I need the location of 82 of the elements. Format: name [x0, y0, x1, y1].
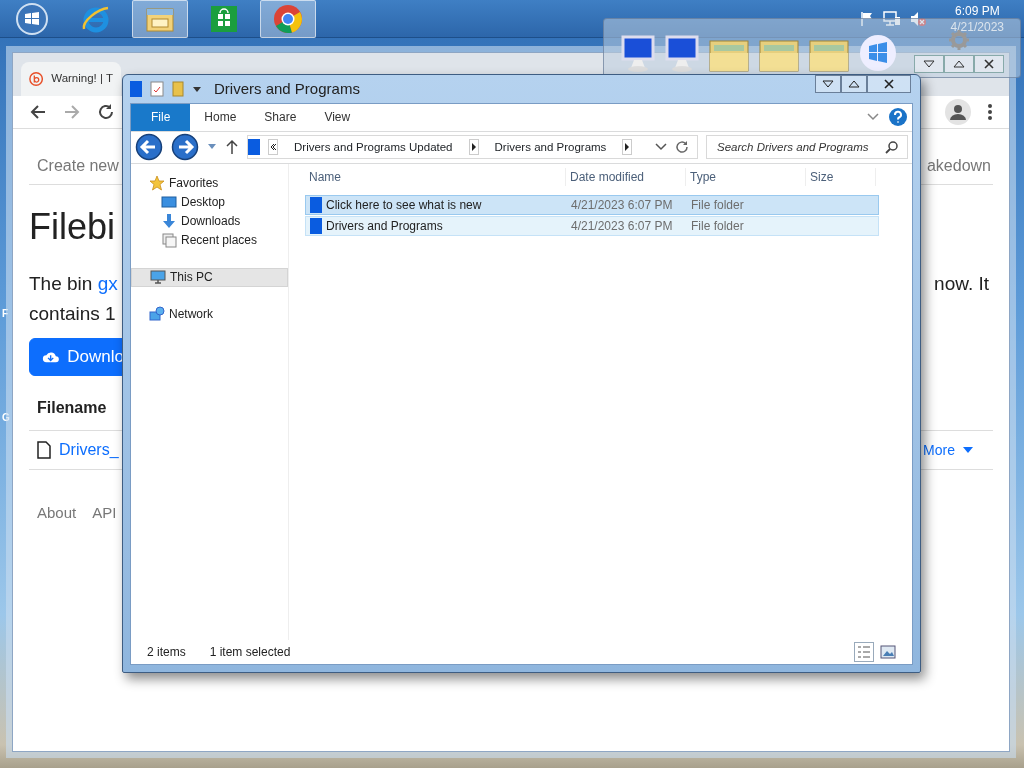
checklist-icon[interactable] [150, 80, 164, 97]
clock-time: 6:09 PM [953, 2, 1001, 19]
window-control-button[interactable] [974, 55, 1004, 73]
file-name: Drivers and Programs [326, 217, 443, 235]
intro-text: contains 1 [29, 301, 116, 326]
column-header[interactable]: Type [686, 167, 806, 186]
site-logo-icon [29, 71, 44, 87]
intro-text: The bin gx [29, 271, 118, 296]
nav-item[interactable]: Favorites [131, 173, 288, 193]
refresh-icon[interactable] [675, 140, 689, 155]
windows-logo-icon[interactable] [858, 33, 898, 73]
more-menu-icon[interactable] [987, 103, 993, 121]
file-icon [37, 441, 51, 459]
column-header: Filename [37, 397, 107, 418]
shopping-bag-icon[interactable] [209, 3, 239, 34]
network-icon [149, 306, 165, 323]
column-header[interactable]: Date modified [566, 167, 686, 186]
file-row[interactable]: Click here to see what is new 4/21/2023 6:07 PM File folder [305, 194, 879, 215]
intro-text: now. It [934, 271, 989, 296]
breadcrumb-item[interactable]: Drivers and Programs Updated [286, 138, 461, 157]
column-header[interactable]: Size [806, 167, 876, 186]
app-icon [130, 80, 142, 97]
monitor-icon [161, 194, 177, 211]
download-button[interactable]: Downlo [29, 338, 125, 376]
taskbar-clock[interactable]: 6:09 PM 4/21/2023 [934, 2, 1020, 35]
search-icon[interactable] [885, 140, 899, 155]
browser-tab[interactable]: Warning! | T [21, 62, 121, 96]
chevron-down-icon[interactable] [655, 143, 667, 152]
nav-link[interactable]: Create new [37, 153, 119, 178]
down-arrow-icon [161, 213, 177, 230]
picture-view-icon[interactable] [880, 644, 896, 660]
up-arrow-icon[interactable] [225, 139, 239, 156]
documents-icon [161, 232, 177, 249]
avatar-icon[interactable] [945, 99, 971, 125]
chrome-logo-icon[interactable] [272, 2, 304, 35]
status-text: 1 item selected [209, 644, 291, 661]
bin-link[interactable]: gx [97, 272, 118, 294]
back-arrow-icon[interactable] [29, 103, 47, 121]
footer-link[interactable]: About [37, 501, 77, 525]
ribbon-tab[interactable]: View [310, 103, 365, 131]
speaker-muted-icon[interactable] [908, 10, 927, 27]
clock-date: 4/21/2023 [950, 18, 1004, 35]
nav-item[interactable]: This PC [131, 267, 288, 287]
file-link[interactable]: Drivers_ [59, 438, 119, 462]
ribbon-tab[interactable]: Share [250, 103, 311, 131]
double-chevron-icon[interactable] [268, 139, 278, 156]
help-icon[interactable] [888, 107, 908, 128]
file-date: 4/21/2023 6:07 PM [570, 196, 674, 214]
star-icon [149, 175, 165, 192]
computer-icon [150, 269, 166, 286]
nav-item[interactable]: Downloads [131, 211, 288, 231]
file-name: Click here to see what is new [326, 196, 482, 214]
monitor-icon[interactable] [620, 33, 656, 73]
chevron-down-icon[interactable] [866, 112, 880, 123]
tab-title: Warning! | T [51, 71, 113, 87]
network-icon[interactable] [882, 10, 901, 27]
footer-link[interactable]: API [92, 501, 117, 525]
file-type: File folder [690, 196, 745, 214]
breadcrumb-item[interactable]: Drivers and Programs [486, 138, 615, 157]
nav-item[interactable]: Desktop [131, 192, 288, 212]
monitor-icon[interactable] [664, 33, 700, 73]
nav-item[interactable]: Recent places [131, 230, 288, 250]
search-field[interactable]: Search Drivers and Programs [715, 137, 885, 158]
file-type: File folder [690, 217, 745, 235]
ribbon-tab[interactable]: Home [190, 103, 251, 131]
search-box[interactable]: Search Drivers and Programs [706, 135, 908, 160]
file-row[interactable]: Drivers and Programs 4/21/2023 6:07 PM File folder [305, 215, 879, 236]
page-heading: Filebi [29, 205, 116, 249]
status-text: 2 items [147, 644, 186, 661]
reload-icon[interactable] [97, 103, 115, 121]
more-link[interactable]: More [923, 439, 955, 461]
desktop-icon-label: G [2, 411, 10, 425]
column-header[interactable]: Name [305, 167, 566, 186]
desktop-icon-label: F [2, 307, 9, 321]
address-bar[interactable]: Drivers and Programs Updated Drivers and Programs [247, 135, 698, 160]
file-date: 4/21/2023 6:07 PM [570, 217, 674, 235]
nav-link[interactable]: akedown [926, 153, 991, 178]
nav-item[interactable]: Network [131, 304, 288, 324]
windows-logo-icon[interactable] [16, 2, 48, 35]
flag-icon[interactable] [858, 10, 875, 27]
caret-icon [963, 447, 973, 453]
window-title: Drivers and Programs [214, 78, 360, 99]
